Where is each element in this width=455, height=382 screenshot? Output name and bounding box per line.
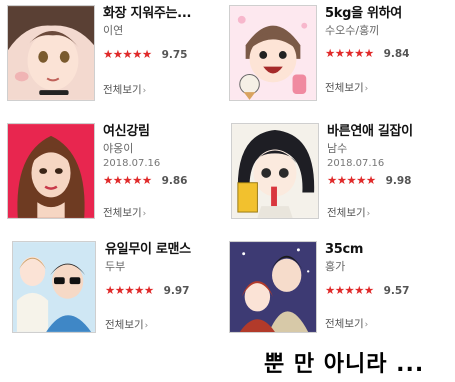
star-rating-icons: ★★★★★	[325, 46, 374, 60]
webtoon-author: 수오수/홍끼	[325, 24, 380, 37]
webtoon-title[interactable]: 화장 지워주는...	[103, 5, 227, 22]
view-all-link[interactable]: 전체보기›	[105, 317, 148, 332]
thumbnail-art	[232, 124, 318, 218]
webtoon-thumbnail[interactable]	[229, 241, 317, 333]
webtoon-card: 바른연애 길잡이 남수 2018.07.16 ★★★★★ 9.98 전체보기›	[231, 123, 451, 223]
webtoon-card: 유일무이 로맨스 두부 ★★★★★ 9.97 전체보기›	[12, 241, 232, 341]
webtoon-title[interactable]: 35cm	[325, 241, 449, 258]
webtoon-author: 이연	[103, 24, 124, 37]
rating-score: 9.57	[383, 285, 410, 297]
chevron-right-icon: ›	[142, 86, 147, 96]
view-all-label: 전체보기	[103, 84, 142, 96]
rating-score: 9.97	[163, 285, 190, 297]
thumbnail-art	[230, 242, 316, 332]
webtoon-title[interactable]: 바른연애 길잡이	[327, 123, 451, 140]
webtoon-author: 두부	[105, 260, 126, 273]
view-all-link[interactable]: 전체보기›	[103, 205, 146, 220]
rating: ★★★★★ 9.57	[325, 282, 449, 298]
rating-score: 9.84	[383, 48, 410, 60]
thumbnail-art	[8, 6, 94, 100]
webtoon-card: 5kg을 위하여 수오수/홍끼 ★★★★★ 9.84 전체보기›	[229, 5, 449, 105]
chevron-right-icon: ›	[364, 84, 369, 94]
caption-text: 뿐 만 아니라 ...	[264, 352, 425, 377]
thumbnail-art	[8, 124, 94, 218]
webtoon-thumbnail[interactable]	[229, 5, 317, 101]
rating: ★★★★★ 9.97	[105, 282, 229, 298]
webtoon-title[interactable]: 유일무이 로맨스	[105, 241, 229, 258]
view-all-label: 전체보기	[105, 319, 144, 331]
webtoon-card: 35cm 홍가 ★★★★★ 9.57 전체보기›	[229, 241, 449, 341]
rating-score: 9.86	[161, 175, 188, 187]
star-rating-icons: ★★★★★	[325, 283, 374, 297]
webtoon-thumbnail[interactable]	[7, 5, 95, 101]
view-all-link[interactable]: 전체보기›	[325, 80, 368, 95]
update-date: 2018.07.16	[327, 158, 385, 169]
chevron-right-icon: ›	[144, 321, 149, 331]
star-rating-icons: ★★★★★	[105, 283, 154, 297]
view-all-label: 전체보기	[325, 318, 364, 330]
star-rating-icons: ★★★★★	[327, 173, 376, 187]
rating-score: 9.98	[385, 175, 412, 187]
webtoon-card: 화장 지워주는... 이연 ★★★★★ 9.75 전체보기›	[7, 5, 227, 105]
rating: ★★★★★ 9.84	[325, 45, 449, 61]
view-all-link[interactable]: 전체보기›	[103, 82, 146, 97]
chevron-right-icon: ›	[366, 209, 371, 219]
view-all-link[interactable]: 전체보기›	[327, 205, 370, 220]
webtoon-author: 남수	[327, 142, 348, 155]
view-all-label: 전체보기	[327, 207, 366, 219]
view-all-label: 전체보기	[325, 82, 364, 94]
thumbnail-art	[230, 6, 316, 100]
star-rating-icons: ★★★★★	[103, 47, 152, 61]
chevron-right-icon: ›	[142, 209, 147, 219]
rating-score: 9.75	[161, 49, 188, 61]
chevron-right-icon: ›	[364, 320, 369, 330]
webtoon-thumbnail[interactable]	[231, 123, 319, 219]
webtoon-title[interactable]: 여신강림	[103, 123, 227, 140]
webtoon-author: 야옹이	[103, 142, 134, 155]
update-date: 2018.07.16	[103, 158, 161, 169]
webtoon-title[interactable]: 5kg을 위하여	[325, 5, 449, 22]
webtoon-thumbnail[interactable]	[7, 123, 95, 219]
view-all-label: 전체보기	[103, 207, 142, 219]
view-all-link[interactable]: 전체보기›	[325, 316, 368, 331]
thumbnail-art	[13, 242, 95, 332]
webtoon-card: 여신강림 야옹이 2018.07.16 ★★★★★ 9.86 전체보기›	[7, 123, 227, 223]
star-rating-icons: ★★★★★	[103, 173, 152, 187]
rating: ★★★★★ 9.75	[103, 46, 227, 62]
rating: ★★★★★ 9.86	[103, 172, 227, 188]
webtoon-thumbnail[interactable]	[12, 241, 96, 333]
webtoon-author: 홍가	[325, 260, 346, 273]
rating: ★★★★★ 9.98	[327, 172, 451, 188]
